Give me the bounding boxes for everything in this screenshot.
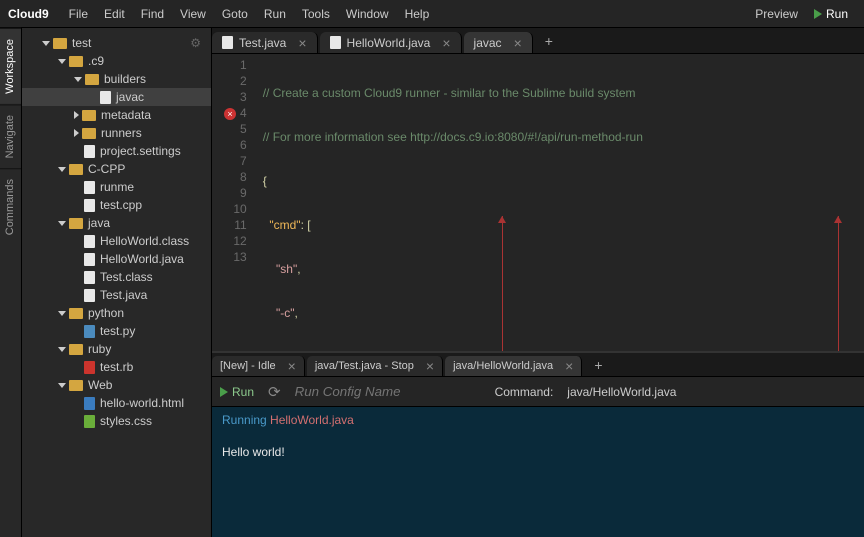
tree-metadata[interactable]: metadata [22, 106, 211, 124]
play-icon [814, 9, 822, 19]
tree-project-settings[interactable]: project.settings [22, 142, 211, 160]
logo[interactable]: Cloud9 [8, 7, 49, 21]
tab-helloworld-java[interactable]: HelloWorld.java× [320, 32, 462, 53]
menu-goto[interactable]: Goto [214, 7, 256, 21]
code-editor[interactable]: 1 2 3 ×4 5 6 7 8 9 10 11 12 13 // Create… [212, 54, 864, 351]
restart-icon[interactable]: ⟳ [268, 383, 281, 401]
menu-view[interactable]: View [172, 7, 214, 21]
close-icon[interactable]: × [426, 358, 434, 374]
output-tab-new[interactable]: [New] - Idle× [212, 356, 305, 376]
tree-c-cpp[interactable]: C-CPP [22, 160, 211, 178]
menu-tools[interactable]: Tools [294, 7, 338, 21]
command-value: java/HelloWorld.java [567, 385, 676, 399]
add-tab-button[interactable]: + [535, 33, 563, 49]
output-tabbar: [New] - Idle× java/Test.java - Stop× jav… [212, 353, 864, 377]
output-tab-test[interactable]: java/Test.java - Stop× [307, 356, 443, 376]
editor-tabbar: Test.java× HelloWorld.java× javac× + [212, 28, 864, 54]
output-toolbar: Run ⟳ Command: java/HelloWorld.java [212, 377, 864, 407]
tree-styles-css[interactable]: styles.css [22, 412, 211, 430]
error-icon[interactable]: × [224, 108, 236, 120]
tree-ruby[interactable]: ruby [22, 340, 211, 358]
tree-builders[interactable]: builders [22, 70, 211, 88]
arrow-head-icon [834, 216, 842, 223]
tree-test-py[interactable]: test.py [22, 322, 211, 340]
tree-test-rb[interactable]: test.rb [22, 358, 211, 376]
file-tree: test⚙ .c9 builders javac metadata runner… [22, 28, 212, 537]
tree-hw-html[interactable]: hello-world.html [22, 394, 211, 412]
annotation-arrow [502, 216, 503, 351]
preview-button[interactable]: Preview [747, 7, 806, 21]
menu-help[interactable]: Help [397, 7, 438, 21]
tree-javac[interactable]: javac [22, 88, 211, 106]
run-button[interactable]: Run [806, 7, 856, 21]
rail-navigate[interactable]: Navigate [0, 104, 21, 168]
tab-javac[interactable]: javac× [464, 32, 533, 53]
tree-runners[interactable]: runners [22, 124, 211, 142]
tree-runme[interactable]: runme [22, 178, 211, 196]
menu-find[interactable]: Find [133, 7, 172, 21]
annotation-arrow [838, 216, 839, 351]
output-tab-hw[interactable]: java/HelloWorld.java× [445, 356, 582, 376]
rail-commands[interactable]: Commands [0, 168, 21, 245]
close-icon[interactable]: × [565, 358, 573, 374]
output-run-button[interactable]: Run [220, 385, 254, 399]
console-output[interactable]: Running HelloWorld.java Hello world! [212, 407, 864, 537]
command-label: Command: [495, 385, 554, 399]
gear-icon[interactable]: ⚙ [190, 36, 201, 50]
rail-workspace[interactable]: Workspace [0, 28, 21, 104]
menu-window[interactable]: Window [338, 7, 397, 21]
menu-file[interactable]: File [61, 7, 96, 21]
tree-hw-java[interactable]: HelloWorld.java [22, 250, 211, 268]
close-icon[interactable]: × [288, 358, 296, 374]
tree-test-class[interactable]: Test.class [22, 268, 211, 286]
tree-test-cpp[interactable]: test.cpp [22, 196, 211, 214]
tree-java[interactable]: java [22, 214, 211, 232]
tree-web[interactable]: Web [22, 376, 211, 394]
add-output-tab-button[interactable]: + [584, 357, 612, 373]
run-config-input[interactable] [295, 384, 435, 399]
tree-c9[interactable]: .c9 [22, 52, 211, 70]
menubar: Cloud9 File Edit Find View Goto Run Tool… [0, 0, 864, 28]
close-icon[interactable]: × [298, 35, 306, 51]
menu-edit[interactable]: Edit [96, 7, 133, 21]
tree-hw-class[interactable]: HelloWorld.class [22, 232, 211, 250]
tree-python[interactable]: python [22, 304, 211, 322]
menu-run[interactable]: Run [256, 7, 294, 21]
run-label: Run [826, 7, 848, 21]
close-icon[interactable]: × [514, 35, 522, 51]
arrow-head-icon [498, 216, 506, 223]
tree-root[interactable]: test⚙ [22, 34, 211, 52]
gutter: 1 2 3 ×4 5 6 7 8 9 10 11 12 13 [212, 54, 255, 351]
left-rail: Workspace Navigate Commands [0, 28, 22, 537]
play-icon [220, 387, 228, 397]
close-icon[interactable]: × [442, 35, 450, 51]
tab-test-java[interactable]: Test.java× [212, 32, 318, 53]
tree-test-java[interactable]: Test.java [22, 286, 211, 304]
output-panel: [New] - Idle× java/Test.java - Stop× jav… [212, 351, 864, 537]
